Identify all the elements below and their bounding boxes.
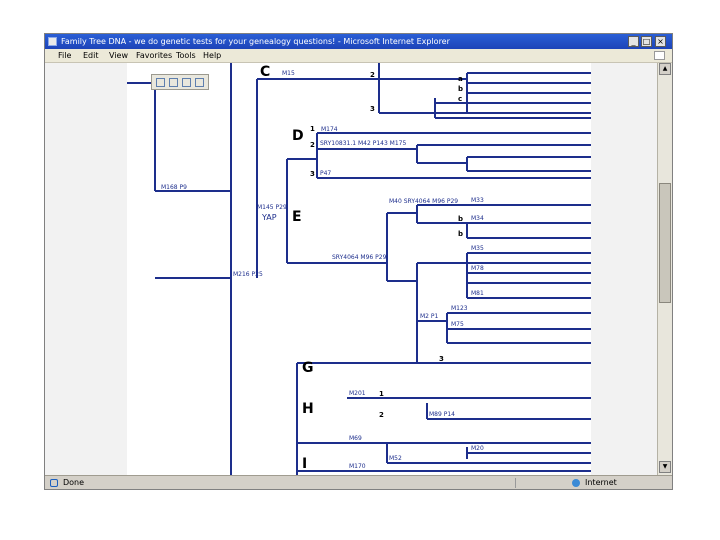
node-m33-label: M33 [471,197,484,204]
page-icon [50,479,58,487]
vertical-scrollbar[interactable]: ▲ ▼ [657,63,672,475]
print-image-icon[interactable] [169,78,178,87]
haplogroup-d-label: D [292,128,304,144]
node-m40-label: M40 SRY4064 M96 P29 [389,198,458,205]
close-button[interactable]: × [655,36,666,47]
y-haplogroup-tree: C D E G H I YAP M145 P29 M168 P9 M216 P2… [127,63,591,475]
node-m15-label: M15 [282,70,295,77]
haplogroup-g-label: G [302,360,314,376]
node-srycd-label: SRY10831.1 M42 P143 M175 [320,140,406,147]
branch-1c-label: 1 [379,390,384,398]
page-content: C D E G H I YAP M145 P29 M168 P9 M216 P2… [45,63,657,475]
node-m69-label: M69 [349,435,362,442]
status-text: Done [63,478,85,487]
node-m145-label: M145 P29 [257,204,287,211]
node-m168-label: M168 P9 [161,184,187,191]
node-m81-label: M81 [471,290,484,297]
menu-view[interactable]: View [109,49,128,62]
node-m20-label: M20 [471,445,484,452]
menu-help[interactable]: Help [203,49,221,62]
node-m201-label: M201 [349,390,366,397]
globe-icon [572,479,580,487]
haplogroup-c-label: C [260,64,270,80]
node-m75-label: M75 [451,321,464,328]
node-m78-label: M78 [471,265,484,272]
menu-bar: File Edit View Favorites Tools Help [45,49,672,63]
branch-3b-label: 3 [310,170,315,178]
tree-canvas: C D E G H I YAP M145 P29 M168 P9 M216 P2… [127,63,591,475]
node-m2-label: M2 P1 [420,313,439,320]
branch-b-label: b [458,85,463,93]
branch-2b-label: 2 [310,141,315,149]
zone-text: Internet [585,478,617,487]
status-divider [515,478,516,488]
yap-label: YAP [261,213,277,222]
menu-file[interactable]: File [58,49,71,62]
branch-c-label: c [458,95,462,103]
node-m52-label: M52 [389,455,402,462]
menu-favorites[interactable]: Favorites [136,49,172,62]
status-bar: Done Internet [45,475,672,489]
haplogroup-i-label: I [302,456,307,472]
haplogroup-h-label: H [302,401,314,417]
node-sry4064-label: SRY4064 M96 P29 [332,254,387,261]
node-m89-label: M89 P14 [429,411,455,418]
node-m34-label: M34 [471,215,484,222]
node-m170-label: M170 [349,463,366,470]
branch-a-label: a [458,75,463,83]
branch-2c-label: 2 [379,411,384,419]
menu-tools[interactable]: Tools [176,49,196,62]
branch-3c-label: 3 [439,355,444,363]
browser-window: Family Tree DNA - we do genetic tests fo… [44,33,673,490]
branch-2-label: 2 [370,71,375,79]
node-m174-label: M174 [321,126,338,133]
scroll-thumb[interactable] [659,183,671,303]
branch-b2-label: b [458,215,463,223]
haplogroup-e-label: E [292,209,302,225]
branch-1-label: 1 [310,125,315,133]
node-m35-label: M35 [471,245,484,252]
node-m216-label: M216 P25 [233,271,263,278]
maximize-button[interactable]: □ [641,36,652,47]
email-image-icon[interactable] [182,78,191,87]
menu-edit[interactable]: Edit [83,49,99,62]
open-folder-icon[interactable] [195,78,204,87]
image-toolbar [151,74,209,90]
ie-icon [48,37,57,46]
branch-3-label: 3 [370,105,375,113]
window-title: Family Tree DNA - we do genetic tests fo… [61,37,450,46]
title-bar: Family Tree DNA - we do genetic tests fo… [45,34,672,49]
minimize-button[interactable]: _ [628,36,639,47]
windows-logo-icon [654,51,665,60]
node-m123-label: M123 [451,305,468,312]
scroll-up-icon[interactable]: ▲ [659,63,671,75]
save-image-icon[interactable] [156,78,165,87]
node-p47-label: P47 [320,170,331,177]
scroll-down-icon[interactable]: ▼ [659,461,671,473]
branch-b3-label: b [458,230,463,238]
